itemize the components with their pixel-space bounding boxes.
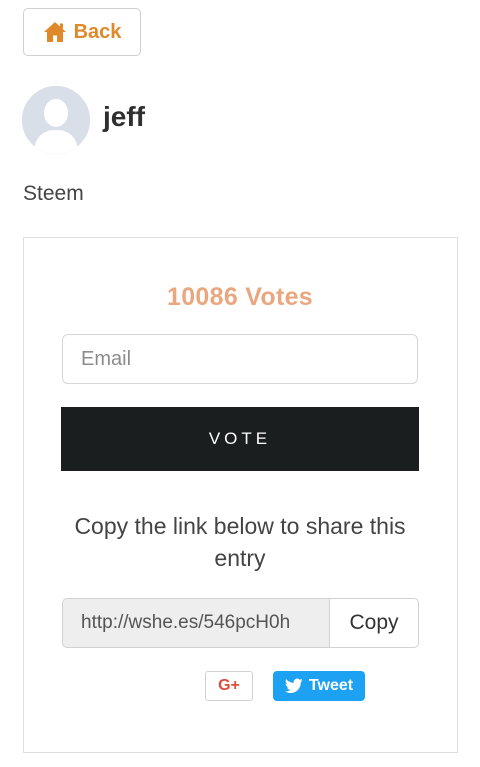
default-avatar-icon (22, 86, 90, 154)
back-button[interactable]: Back (23, 8, 141, 56)
avatar (22, 86, 90, 154)
copy-button[interactable]: Copy (330, 598, 419, 648)
page: Back jeff Steem 10086 Votes VOTE Copy th… (0, 0, 480, 767)
email-field[interactable] (62, 334, 418, 384)
twitter-bird-icon (284, 678, 303, 694)
entry-name: Steem (23, 182, 84, 205)
share-instructions: Copy the link below to share this entry (74, 513, 406, 571)
back-label: Back (73, 20, 122, 43)
share-link-field[interactable]: http://wshe.es/546pcH0h (62, 598, 330, 648)
google-plus-button[interactable]: G+ (205, 671, 253, 701)
home-icon (43, 21, 67, 43)
google-plus-icon: G+ (218, 677, 240, 694)
username: jeff (103, 101, 145, 132)
share-link-group: http://wshe.es/546pcH0h Copy (62, 598, 419, 648)
tweet-label: Tweet (308, 677, 354, 694)
vote-button[interactable]: VOTE (61, 407, 419, 471)
vote-count: 10086 Votes (167, 283, 313, 311)
tweet-button[interactable]: Tweet (273, 671, 365, 701)
